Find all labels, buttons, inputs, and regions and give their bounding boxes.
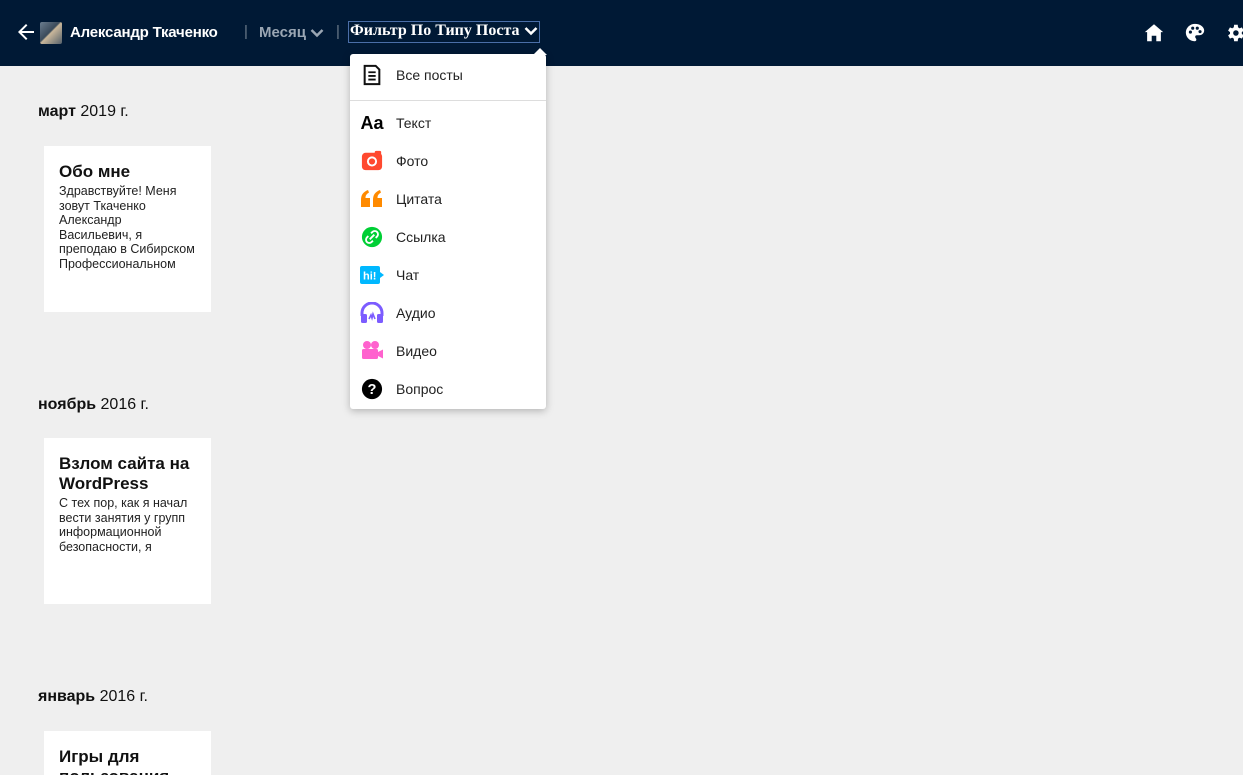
top-bar: Александр Ткаченко | Месяц | Фильтр По Т…: [0, 0, 1243, 66]
headphones-icon: [360, 301, 384, 325]
user-name-link[interactable]: Александр Ткаченко: [70, 24, 218, 41]
menu-item-label: Текст: [396, 115, 432, 131]
chevron-down-icon: [310, 29, 324, 38]
menu-item-label: Аудио: [396, 305, 436, 321]
video-icon: [360, 339, 384, 363]
menu-item-label: Чат: [396, 267, 420, 283]
post-type-filter-dropdown[interactable]: Фильтр По Типу Поста: [348, 21, 540, 43]
post-type-filter-menu: Все посты Aa Текст Фото Цитата Ссылка hi…: [350, 48, 547, 409]
svg-text:?: ?: [368, 382, 377, 398]
document-icon: [360, 63, 384, 87]
post-excerpt: С тех пор, как я начал вести занятия у г…: [59, 496, 188, 554]
menu-item-photo[interactable]: Фото: [360, 146, 540, 176]
menu-caret: [533, 48, 547, 55]
menu-item-video[interactable]: Видео: [360, 336, 540, 366]
text-icon: Aa: [360, 112, 384, 133]
month-heading: март 2019 г.: [38, 103, 129, 121]
post-card[interactable]: Игры для пользования: [44, 731, 211, 775]
post-card[interactable]: Обо мне Здравствуйте! Меня зовут Ткаченк…: [44, 146, 211, 312]
home-icon[interactable]: [1143, 22, 1165, 44]
post-title: Обо мне: [59, 162, 131, 181]
menu-item-label: Все посты: [396, 67, 463, 83]
post-title: Взлом сайта на WordPress: [59, 454, 190, 493]
menu-item-label: Фото: [396, 153, 429, 169]
separator: |: [336, 23, 340, 40]
menu-item-quote[interactable]: Цитата: [360, 184, 540, 214]
question-icon: ?: [360, 377, 384, 401]
month-year: 2016 г.: [100, 396, 149, 413]
separator: |: [244, 23, 248, 40]
menu-item-all-posts[interactable]: Все посты: [360, 60, 540, 90]
camera-icon: [360, 149, 384, 173]
quote-icon: [360, 187, 384, 211]
month-name: март: [38, 103, 76, 120]
post-type-filter-label: Фильтр По Типу Поста: [350, 22, 520, 39]
month-dropdown[interactable]: Месяц: [259, 24, 324, 41]
month-dropdown-label: Месяц: [259, 24, 306, 41]
month-year: 2019 г.: [80, 103, 129, 120]
link-icon: [360, 225, 384, 249]
menu-item-audio[interactable]: Аудио: [360, 298, 540, 328]
month-name: ноябрь: [38, 396, 97, 413]
svg-text:hi!: hi!: [363, 271, 376, 283]
post-card[interactable]: Взлом сайта на WordPress С тех пор, как …: [44, 438, 211, 604]
menu-item-label: Видео: [396, 343, 437, 359]
month-heading: ноябрь 2016 г.: [38, 396, 149, 414]
menu-item-question[interactable]: ? Вопрос: [360, 374, 540, 404]
avatar[interactable]: [40, 22, 62, 44]
menu-item-label: Цитата: [396, 191, 442, 207]
back-arrow-icon[interactable]: [14, 20, 38, 44]
menu-item-text[interactable]: Aa Текст: [360, 108, 540, 138]
palette-icon[interactable]: [1184, 22, 1206, 44]
month-name: январь: [38, 688, 96, 705]
post-title: Игры для пользования: [59, 747, 169, 775]
menu-item-label: Ссылка: [396, 229, 446, 245]
menu-divider: [350, 100, 546, 101]
month-heading: январь 2016 г.: [38, 688, 148, 706]
gear-icon[interactable]: [1224, 22, 1243, 44]
post-excerpt: Здравствуйте! Меня зовут Ткаченко Алекса…: [59, 184, 195, 271]
menu-item-label: Вопрос: [396, 381, 444, 397]
month-year: 2016 г.: [99, 688, 148, 705]
menu-item-chat[interactable]: hi! Чат: [360, 260, 540, 290]
chevron-down-icon: [524, 27, 537, 36]
menu-item-link[interactable]: Ссылка: [360, 222, 540, 252]
chat-icon: hi!: [360, 263, 384, 287]
